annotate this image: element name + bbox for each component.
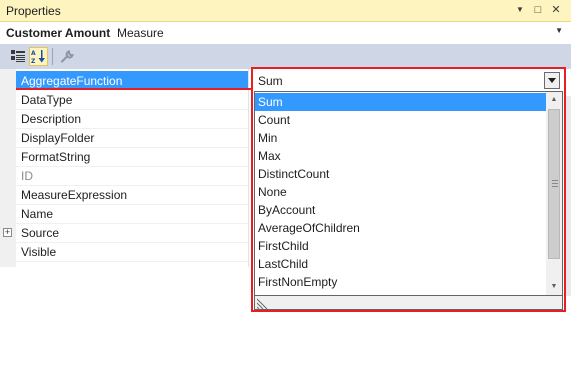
property-pages-button[interactable] [58,47,77,66]
property-name: Visible [21,245,57,259]
property-name: Source [21,226,60,240]
dropdown-option-sum[interactable]: Sum [255,93,547,111]
categorized-icon [10,50,25,62]
row-divider [16,147,249,148]
dropdown-option-distinctcount[interactable]: DistinctCount [255,165,547,183]
row-divider [16,109,249,110]
aggregatefunction-dropdown[interactable]: Sum Sum Count Min Max DistinctCount None… [251,67,566,312]
row-divider [16,261,249,262]
row-divider [16,128,249,129]
property-name: ID [21,169,33,183]
dropdown-option-lastchild[interactable]: LastChild [255,255,547,273]
property-name: Description [21,112,82,126]
object-selector[interactable]: Customer Amount Measure ▼ [0,22,571,44]
dropdown-toggle-button[interactable] [544,72,560,89]
properties-toolbar: A Z [0,44,571,69]
alphabetical-icon: A Z [31,50,45,64]
svg-text:A: A [31,50,36,57]
grip-icon [552,180,558,187]
property-name: MeasureExpression [21,188,128,202]
maximize-button[interactable]: □ [530,2,546,18]
dropdown-scrollbar[interactable]: ▲ ▼ [546,92,562,295]
annotation-underline [16,88,252,90]
property-name: Name [21,207,54,221]
close-button[interactable]: ✕ [548,2,564,18]
window-options-button[interactable]: ▼ [512,2,528,18]
dropdown-option-count[interactable]: Count [255,111,547,129]
row-divider [16,166,249,167]
dropdown-option-min[interactable]: Min [255,129,547,147]
dropdown-option-none[interactable]: None [255,183,547,201]
wrench-icon [61,50,74,63]
window-title: Properties [6,4,61,18]
object-type: Measure [117,26,164,40]
scrollbar-thumb[interactable] [548,109,560,259]
object-name: Customer Amount [6,26,111,40]
dropdown-option-firstnonempty[interactable]: FirstNonEmpty [255,273,547,291]
scroll-up-icon[interactable]: ▲ [546,92,562,108]
toolbar-separator [52,48,53,65]
dropdown-option-max[interactable]: Max [255,147,547,165]
dropdown-option-byaccount[interactable]: ByAccount [255,201,547,219]
properties-title-bar: Properties ▼ □ ✕ [0,0,571,22]
scroll-down-icon[interactable]: ▼ [546,279,562,295]
column-divider [248,69,249,267]
property-name: DataType [21,93,73,107]
row-divider [16,242,249,243]
dropdown-option-firstchild[interactable]: FirstChild [255,237,547,255]
row-divider [16,204,249,205]
dropdown-option-averageofchildren[interactable]: AverageOfChildren [255,219,547,237]
property-name: DisplayFolder [21,131,95,145]
svg-text:Z: Z [31,58,36,64]
dropdown-current-value: Sum [258,74,283,88]
categorized-button[interactable] [8,47,27,66]
grid-gutter [0,69,16,267]
dropdown-option-list[interactable]: Sum Count Min Max DistinctCount None ByA… [254,91,563,296]
grid-right-edge [566,96,571,296]
property-name: FormatString [21,150,91,164]
row-divider [16,185,249,186]
chevron-down-icon [548,78,556,83]
resize-grip-icon [257,298,268,309]
chevron-down-icon[interactable]: ▼ [555,26,563,35]
expand-source-icon[interactable]: + [3,228,12,237]
alphabetical-button[interactable]: A Z [29,47,48,66]
dropdown-resize-grip[interactable] [254,296,563,310]
row-divider [16,223,249,224]
property-name: AggregateFunction [21,74,123,88]
